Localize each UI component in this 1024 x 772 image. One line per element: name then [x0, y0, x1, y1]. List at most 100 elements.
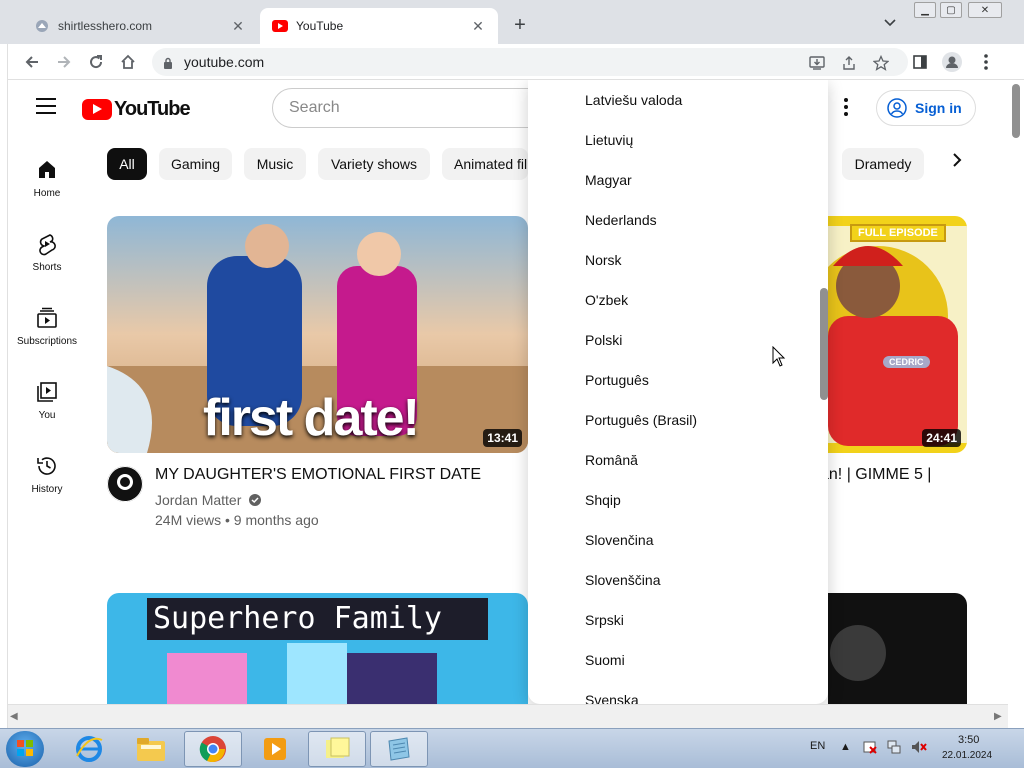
share-icon[interactable] — [840, 54, 858, 72]
scroll-right-arrow-icon[interactable]: ▶ — [994, 711, 1002, 722]
youtube-favicon-icon — [272, 18, 288, 34]
language-option[interactable]: Srpski — [585, 610, 624, 630]
youtube-page: YouTube Search Sign in Home Shorts Subsc… — [8, 80, 1008, 704]
channel-name[interactable]: Jordan Matter — [155, 492, 262, 509]
language-indicator[interactable]: EN — [810, 740, 825, 752]
language-option[interactable]: Norsk — [585, 250, 622, 270]
chrome-taskbar-icon[interactable] — [184, 731, 242, 767]
video-thumbnail[interactable]: Superhero Family — [107, 593, 528, 704]
maximize-button[interactable]: ▢ — [940, 2, 962, 18]
guide-item-home[interactable]: Home — [8, 158, 86, 199]
site-favicon-icon — [34, 18, 50, 34]
lock-icon — [162, 56, 174, 69]
video-title[interactable]: MY DAUGHTER'S EMOTIONAL FIRST DATE — [155, 466, 481, 484]
language-option[interactable]: Latviešu valoda — [585, 90, 682, 110]
language-option[interactable]: Slovenščina — [585, 570, 661, 590]
language-option[interactable]: Português — [585, 370, 649, 390]
window-left-edge — [0, 44, 8, 728]
video-stats: 24M views • 9 months ago — [155, 512, 319, 528]
video-thumbnail[interactable]: first date! 13:41 — [107, 216, 528, 453]
profile-avatar-icon[interactable] — [942, 52, 962, 72]
you-icon — [35, 380, 59, 404]
tab-strip: shirtlesshero.com ✕ YouTube ✕ + ▁ ▢ ✕ — [0, 0, 1024, 44]
chip-gaming[interactable]: Gaming — [159, 148, 232, 180]
close-window-button[interactable]: ✕ — [968, 2, 1002, 18]
url-text: youtube.com — [184, 54, 265, 70]
page-scrollbar[interactable] — [1008, 80, 1024, 704]
shorts-icon — [35, 232, 59, 256]
name-tag: CEDRIC — [883, 356, 930, 368]
close-tab-icon[interactable]: ✕ — [470, 18, 486, 35]
chip-animated-films[interactable]: Animated fil — [442, 148, 528, 180]
language-option[interactable]: Magyar — [585, 170, 632, 190]
close-tab-icon[interactable]: ✕ — [230, 18, 246, 35]
chevron-right-icon[interactable] — [952, 152, 962, 173]
settings-more-icon[interactable] — [844, 98, 848, 116]
new-tab-button[interactable]: + — [510, 14, 530, 36]
language-option[interactable]: Română — [585, 450, 638, 470]
guide-item-subscriptions[interactable]: Subscriptions — [8, 306, 86, 347]
language-option[interactable]: Português (Brasil) — [585, 410, 697, 430]
language-option[interactable]: Svenska — [585, 690, 639, 704]
verified-icon — [249, 493, 262, 509]
language-option[interactable]: Polski — [585, 330, 622, 350]
menu-icon[interactable] — [36, 98, 56, 114]
duration-badge: 24:41 — [922, 429, 961, 447]
language-option[interactable]: Lietuvių — [585, 130, 633, 150]
home-icon — [35, 158, 59, 182]
network-icon[interactable] — [886, 739, 902, 758]
reload-button[interactable] — [86, 52, 106, 72]
language-option[interactable]: Shqip — [585, 490, 621, 510]
home-button[interactable] — [118, 52, 138, 72]
media-player-icon[interactable] — [246, 731, 304, 767]
clock-date[interactable]: 22.01.2024 — [942, 750, 992, 761]
user-circle-icon — [887, 98, 907, 118]
subscriptions-icon — [35, 306, 59, 330]
sticky-notes-icon[interactable] — [308, 731, 366, 767]
guide-item-you[interactable]: You — [8, 380, 86, 421]
action-center-icon[interactable] — [862, 739, 878, 758]
back-button[interactable] — [22, 52, 42, 72]
language-option[interactable]: O'zbek — [585, 290, 628, 310]
video-title[interactable]: kan! | GIMME 5 | — [812, 466, 931, 484]
youtube-logo[interactable]: YouTube — [82, 98, 191, 121]
chip-variety-shows[interactable]: Variety shows — [318, 148, 430, 180]
chip-all[interactable]: All — [107, 148, 147, 180]
thumbnail-text: first date! — [203, 389, 420, 447]
guide-item-history[interactable]: History — [8, 454, 86, 495]
scroll-left-arrow-icon[interactable]: ◀ — [10, 711, 18, 722]
volume-muted-icon[interactable] — [910, 739, 928, 758]
tab-search-button[interactable] — [884, 16, 896, 30]
scrollbar-thumb[interactable] — [1012, 84, 1020, 138]
tab-shirtlesshero[interactable]: shirtlesshero.com ✕ — [22, 8, 258, 44]
clock-time[interactable]: 3:50 — [958, 734, 979, 746]
forward-button[interactable] — [54, 52, 74, 72]
language-option[interactable]: Nederlands — [585, 210, 657, 230]
chip-music[interactable]: Music — [244, 148, 306, 180]
history-icon — [35, 454, 59, 478]
internet-explorer-icon[interactable] — [60, 731, 118, 767]
language-option[interactable]: Suomi — [585, 650, 625, 670]
chip-dramedy[interactable]: Dramedy — [842, 148, 924, 180]
show-hidden-icons-icon[interactable]: ▲ — [840, 741, 851, 753]
install-icon[interactable] — [808, 54, 826, 72]
search-input[interactable]: Search — [272, 88, 572, 128]
side-panel-icon[interactable] — [910, 52, 930, 72]
channel-avatar[interactable] — [107, 466, 143, 502]
notepad-icon[interactable] — [370, 731, 428, 767]
tab-youtube[interactable]: YouTube ✕ — [260, 8, 498, 44]
sign-in-button[interactable]: Sign in — [876, 90, 976, 126]
full-episode-badge: FULL EPISODE — [850, 224, 946, 242]
language-option[interactable]: Slovenčina — [585, 530, 654, 550]
chrome-menu-icon[interactable] — [976, 52, 996, 72]
video-thumbnail[interactable] — [828, 593, 967, 704]
bookmark-star-icon[interactable] — [872, 54, 890, 72]
minimize-button[interactable]: ▁ — [914, 2, 936, 18]
file-explorer-icon[interactable] — [122, 731, 180, 767]
tab-title: shirtlesshero.com — [58, 19, 153, 33]
start-button[interactable] — [6, 731, 44, 767]
menu-scrollbar[interactable] — [820, 288, 828, 400]
guide-item-shorts[interactable]: Shorts — [8, 232, 86, 273]
horizontal-scrollbar[interactable]: ◀ ▶ — [8, 704, 1008, 728]
address-bar[interactable]: youtube.com — [152, 48, 908, 76]
